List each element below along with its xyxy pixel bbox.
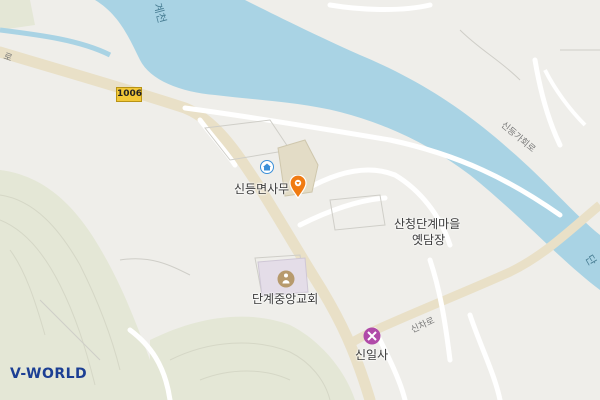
- hill-area: [0, 0, 35, 30]
- office-label[interactable]: 신등면사무: [234, 180, 289, 197]
- map-view[interactable]: 1006 신등면사무 산청단계마을 옛담장 단계중앙교회 신일사 계천 단 신등…: [0, 0, 600, 400]
- map-base: [0, 0, 600, 400]
- church-icon[interactable]: [277, 270, 295, 288]
- church-label[interactable]: 단계중앙교회: [252, 290, 318, 307]
- temple-icon[interactable]: [363, 327, 381, 345]
- location-pin-icon[interactable]: [289, 175, 307, 199]
- hill-area: [150, 316, 355, 400]
- government-office-icon[interactable]: [260, 160, 274, 174]
- temple-label[interactable]: 신일사: [355, 346, 388, 363]
- market-label[interactable]: 산청단계마을: [394, 215, 460, 232]
- vworld-logo: V-WORLD: [10, 366, 88, 382]
- route-shield-1006: 1006: [116, 87, 142, 102]
- market-label-line2[interactable]: 옛담장: [412, 231, 445, 248]
